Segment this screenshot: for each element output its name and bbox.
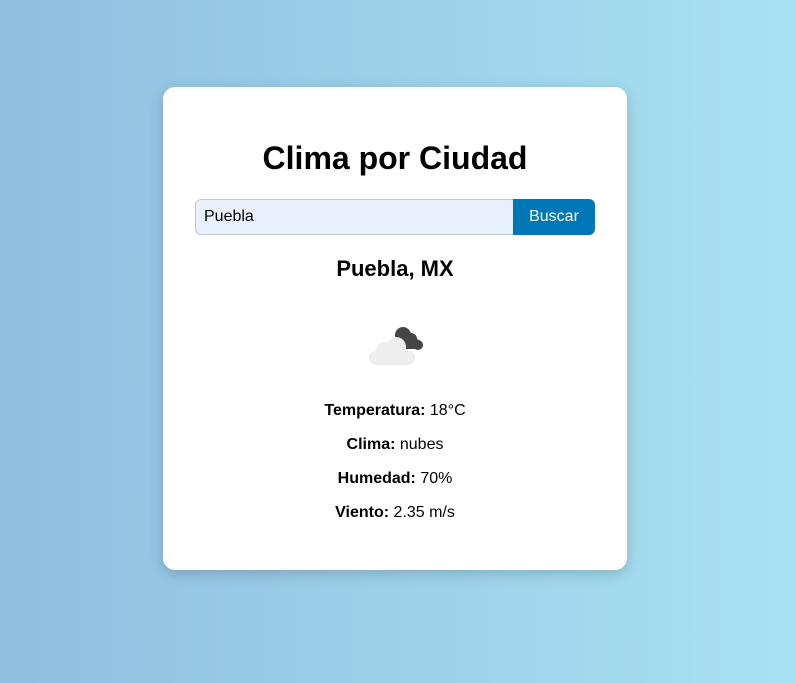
detail-value: 70%: [420, 470, 453, 487]
weather-card: Clima por Ciudad Buscar Puebla, MX Tempe…: [163, 87, 627, 570]
detail-humidity: Humedad: 70%: [163, 469, 627, 489]
search-bar: Buscar: [195, 199, 595, 235]
detail-value: 18°C: [429, 402, 466, 419]
broken-clouds-icon: [369, 327, 423, 365]
city-search-input[interactable]: [195, 199, 513, 235]
detail-label: Viento:: [335, 504, 390, 521]
detail-value: 2.35 m/s: [393, 504, 455, 521]
detail-label: Humedad:: [337, 470, 416, 487]
detail-temperature: Temperatura: 18°C: [163, 401, 627, 421]
detail-label: Clima:: [346, 436, 396, 453]
search-button[interactable]: Buscar: [513, 199, 595, 235]
detail-value: nubes: [399, 436, 444, 453]
detail-weather: Clima: nubes: [163, 435, 627, 455]
detail-wind: Viento: 2.35 m/s: [163, 503, 627, 523]
city-name: Puebla, MX: [336, 256, 454, 281]
page-title: Clima por Ciudad: [262, 140, 528, 176]
detail-label: Temperatura:: [324, 402, 426, 419]
